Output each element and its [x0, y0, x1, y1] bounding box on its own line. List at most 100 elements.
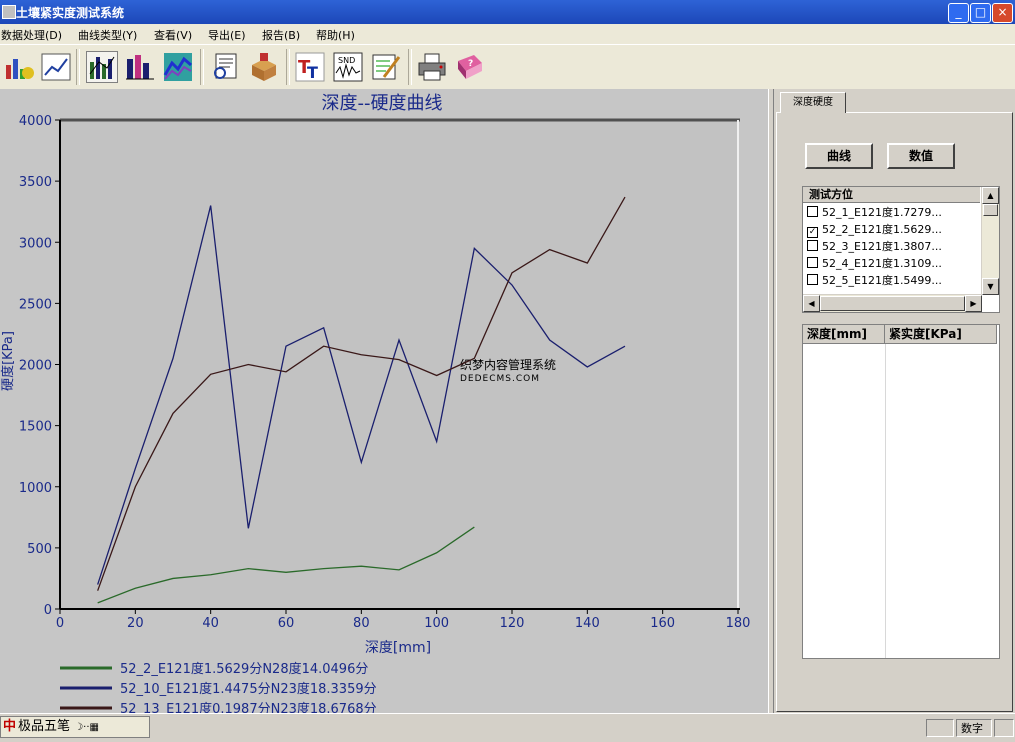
menu-view[interactable]: 查看(V) — [154, 27, 192, 43]
column-header-compaction[interactable]: 紧实度[KPa] — [885, 325, 997, 344]
keyboard-icon[interactable]: ▦ — [90, 722, 99, 733]
plot-area — [60, 120, 738, 609]
printer-icon[interactable] — [416, 51, 448, 83]
toolbar-separator — [408, 49, 412, 85]
list-item-label: 52_4_E121度1.3109... — [822, 257, 942, 270]
menu-help[interactable]: 帮助(H) — [316, 27, 355, 43]
edit-pencil-icon[interactable] — [370, 51, 402, 83]
font-tt-icon[interactable]: TT — [294, 51, 326, 83]
status-numlock: 数字 — [956, 719, 992, 737]
column-divider — [885, 344, 886, 658]
maximize-button[interactable]: □ — [970, 3, 991, 23]
menu-data-process[interactable]: 数据处理(D) — [1, 27, 62, 43]
scroll-up-icon[interactable]: ▲ — [982, 187, 999, 204]
multi-bar-icon[interactable] — [86, 51, 118, 83]
ime-logo-icon[interactable]: 中 — [1, 719, 18, 734]
scroll-thumb[interactable] — [983, 204, 998, 216]
x-tick-label: 140 — [575, 616, 600, 631]
chart-panel: 深度--硬度曲线 织梦内容管理系统 DEDECMS.COM 0 20 40 60 80 1… — [0, 89, 768, 717]
x-tick-label: 120 — [500, 616, 525, 631]
tab-depth-hardness[interactable]: 深度硬度 — [780, 92, 846, 113]
stacked-bar-icon[interactable] — [124, 51, 156, 83]
scroll-down-icon[interactable]: ▼ — [982, 278, 999, 295]
y-tick-label: 1500 — [19, 420, 52, 435]
menu-bar: 数据处理(D) 曲线类型(Y) 查看(V) 导出(E) 报告(B) 帮助(H) — [0, 24, 1015, 44]
checkbox[interactable] — [807, 206, 818, 217]
menu-export[interactable]: 导出(E) — [208, 27, 246, 43]
depth-hardness-chart: 深度--硬度曲线 织梦内容管理系统 DEDECMS.COM 0 20 40 60 80 1… — [0, 93, 751, 717]
column-header-depth[interactable]: 深度[mm] — [803, 325, 885, 344]
menu-curve-type[interactable]: 曲线类型(Y) — [78, 27, 137, 43]
scroll-left-icon[interactable]: ◀ — [803, 295, 820, 312]
x-tick-label: 60 — [278, 616, 295, 631]
y-tick-label: 1000 — [19, 481, 52, 496]
legend-label: 52_13_E121度0.1987分N23度18.6768分 — [120, 701, 377, 713]
print-preview-icon[interactable] — [210, 51, 242, 83]
svg-text:?: ? — [468, 59, 473, 69]
bar-chart-icon[interactable] — [3, 51, 35, 83]
vertical-scrollbar[interactable]: ▲ ▼ — [981, 187, 999, 295]
list-item[interactable]: 52_5_E121度1.5499... — [807, 272, 977, 289]
chart-title: 深度--硬度曲线 — [322, 93, 443, 114]
ime-toolbar[interactable]: 中极品五笔 ☽··▦ — [0, 716, 150, 738]
list-item-label: 52_5_E121度1.5499... — [822, 274, 942, 287]
x-tick-label: 0 — [56, 616, 64, 631]
horizontal-scrollbar[interactable]: ◀ ▶ — [803, 294, 982, 312]
status-cell — [994, 719, 1014, 737]
title-bar: 土壤紧实度测试系统 _ □ × — [0, 0, 1015, 24]
list-item[interactable]: 52_3_E121度1.3807... — [807, 238, 977, 255]
menu-report[interactable]: 报告(B) — [262, 27, 300, 43]
x-axis-label: 深度[mm] — [365, 640, 431, 656]
status-bar: 中极品五笔 ☽··▦ 数字 — [0, 713, 1015, 742]
chart-legend: 52_2_E121度1.5629分N28度14.0496分 52_10_E121度… — [60, 661, 377, 717]
snd-icon[interactable]: SND — [332, 51, 364, 83]
y-tick-label: 0 — [44, 603, 52, 618]
y-tick-label: 500 — [27, 542, 52, 557]
ime-label: 极品五笔 — [18, 719, 71, 734]
x-tick-label: 160 — [650, 616, 675, 631]
curve-button[interactable]: 曲线 — [805, 143, 873, 169]
svg-text:织梦内容管理系统: 织梦内容管理系统 — [460, 357, 556, 372]
window-title: 土壤紧实度测试系统 — [16, 6, 125, 20]
x-tick-label: 80 — [353, 616, 370, 631]
list-item-label: 52_3_E121度1.3807... — [822, 240, 942, 253]
checkbox[interactable] — [807, 240, 818, 251]
minimize-button[interactable]: _ — [948, 3, 969, 23]
list-item[interactable]: 52_1_E121度1.7279... — [807, 204, 977, 221]
checkbox[interactable] — [807, 257, 818, 268]
scroll-right-icon[interactable]: ▶ — [965, 295, 982, 312]
y-axis-label: 硬度[KPa] — [0, 331, 16, 391]
x-tick-label: 180 — [726, 616, 751, 631]
checkbox[interactable] — [807, 274, 818, 285]
moon-icon[interactable]: ☽ — [74, 722, 83, 733]
svg-text:T: T — [307, 63, 318, 82]
list-item[interactable]: 52_4_E121度1.3109... — [807, 255, 977, 272]
direction-listbox[interactable]: 测试方位 52_1_E121度1.7279... ✓ 52_2_E121度1.56… — [802, 186, 1000, 313]
x-tick-label: 40 — [202, 616, 219, 631]
list-header: 测试方位 — [803, 187, 980, 203]
list-item-label: 52_1_E121度1.7279... — [822, 206, 942, 219]
area-chart-icon[interactable] — [162, 51, 194, 83]
export-box-icon[interactable] — [248, 51, 280, 83]
toolbar-separator — [200, 49, 204, 85]
legend-label: 52_2_E121度1.5629分N28度14.0496分 — [120, 661, 368, 677]
checkbox[interactable]: ✓ — [807, 227, 818, 238]
toolbar: TT SND ? — [0, 44, 1015, 90]
value-button[interactable]: 数值 — [887, 143, 955, 169]
x-tick-label: 100 — [424, 616, 449, 631]
values-table[interactable]: 深度[mm] 紧实度[KPa] — [802, 324, 1000, 659]
help-book-icon[interactable]: ? — [454, 51, 486, 83]
close-button[interactable]: × — [992, 3, 1013, 23]
app-icon[interactable] — [2, 5, 16, 19]
svg-text:DEDECMS.COM: DEDECMS.COM — [460, 374, 540, 384]
y-tick-label: 4000 — [19, 114, 52, 129]
legend-label: 52_10_E121度1.4475分N23度18.3359分 — [120, 681, 377, 697]
line-chart-icon[interactable] — [40, 51, 72, 83]
toolbar-separator — [286, 49, 290, 85]
status-cell — [926, 719, 954, 737]
toolbar-separator — [76, 49, 80, 85]
list-item-label: 52_2_E121度1.5629... — [822, 223, 942, 236]
right-panel: 深度硬度 曲线 数值 测试方位 52_1_E121度1.7279... ✓ 52_… — [774, 89, 1015, 713]
scroll-thumb[interactable] — [820, 296, 965, 311]
list-item[interactable]: ✓ 52_2_E121度1.5629... — [807, 221, 977, 238]
